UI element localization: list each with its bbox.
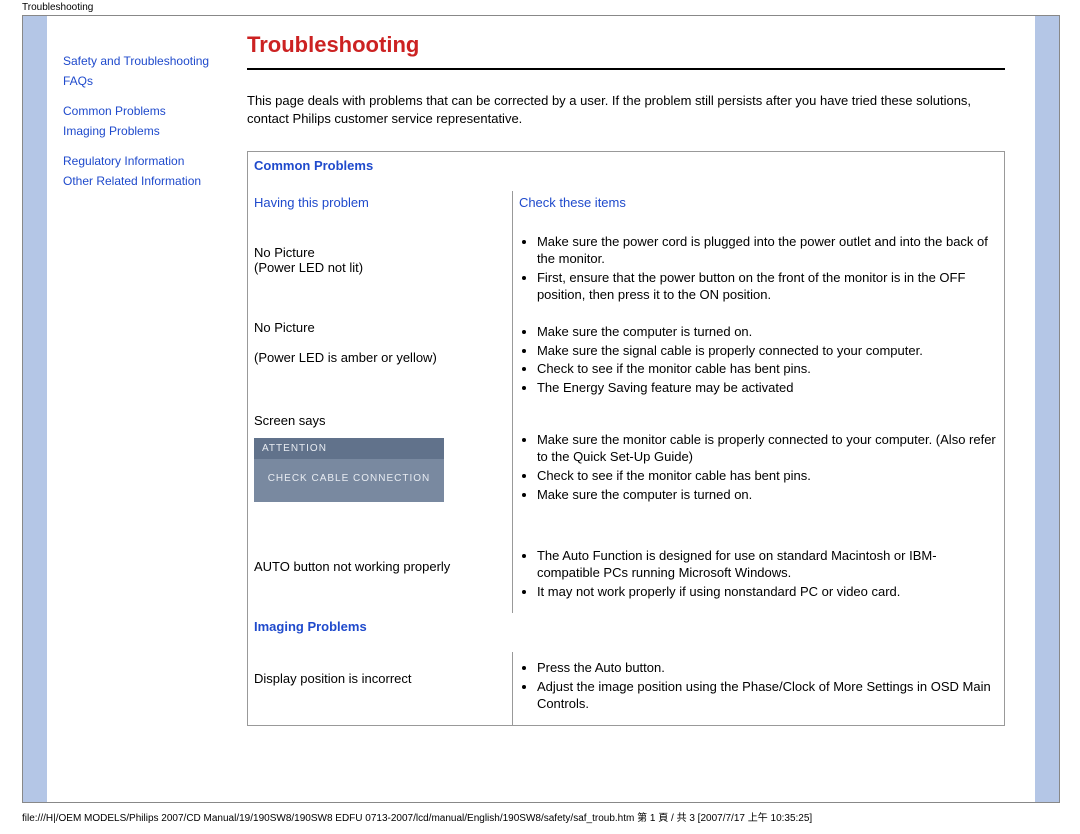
section-heading-common: Common Problems xyxy=(248,152,1005,192)
check-item: It may not work properly if using nonsta… xyxy=(537,584,998,601)
problem-text: AUTO button not working properly xyxy=(254,559,450,574)
problem-text: (Power LED is amber or yellow) xyxy=(254,350,437,365)
nav-common-problems[interactable]: Common Problems xyxy=(63,102,166,120)
check-item: Check to see if the monitor cable has be… xyxy=(537,468,998,485)
table-row: No Picture (Power LED is amber or yellow… xyxy=(248,316,1005,410)
problem-cell: Screen says ATTENTION CHECK CABLE CONNEC… xyxy=(248,409,513,540)
intro-text: This page deals with problems that can b… xyxy=(247,92,1005,127)
checks-cell: Make sure the monitor cable is properly … xyxy=(512,409,1004,540)
table-row: No Picture (Power LED not lit) Make sure… xyxy=(248,226,1005,316)
check-item: Adjust the image position using the Phas… xyxy=(537,679,998,713)
table-row: AUTO button not working properly The Aut… xyxy=(248,540,1005,613)
checks-cell: Press the Auto button. Adjust the image … xyxy=(512,652,1004,725)
decor-col-left xyxy=(23,16,47,802)
attention-box: ATTENTION CHECK CABLE CONNECTION xyxy=(254,438,444,502)
problem-text: No Picture xyxy=(254,320,315,335)
attention-heading: ATTENTION xyxy=(254,438,444,459)
content-frame: Safety and Troubleshooting FAQs Common P… xyxy=(22,15,1060,803)
check-item: Make sure the signal cable is properly c… xyxy=(537,343,998,360)
check-item: Press the Auto button. xyxy=(537,660,998,677)
main-column: Troubleshooting This page deals with pro… xyxy=(247,32,1005,726)
checks-cell: Make sure the computer is turned on. Mak… xyxy=(512,316,1004,410)
problem-text: Screen says xyxy=(254,413,326,428)
check-item: First, ensure that the power button on t… xyxy=(537,270,998,304)
problem-text: Display position is incorrect xyxy=(254,671,412,686)
nav-safety-troubleshooting[interactable]: Safety and Troubleshooting xyxy=(63,52,209,70)
nav-faqs[interactable]: FAQs xyxy=(63,72,93,90)
nav-regulatory-info[interactable]: Regulatory Information xyxy=(63,152,184,170)
table-row: Display position is incorrect Press the … xyxy=(248,652,1005,725)
footer-path: file:///H|/OEM MODELS/Philips 2007/CD Ma… xyxy=(0,803,1080,824)
section-heading-imaging: Imaging Problems xyxy=(248,613,1005,652)
nav-imaging-problems[interactable]: Imaging Problems xyxy=(63,122,160,140)
problems-table: Common Problems Having this problem Chec… xyxy=(247,151,1005,725)
title-rule xyxy=(247,68,1005,70)
problem-cell: Display position is incorrect xyxy=(248,652,513,725)
check-item: Make sure the computer is turned on. xyxy=(537,487,998,504)
check-item: Check to see if the monitor cable has be… xyxy=(537,361,998,378)
col-header-check: Check these items xyxy=(512,191,1004,226)
sidebar-nav: Safety and Troubleshooting FAQs Common P… xyxy=(63,52,233,202)
check-item: Make sure the monitor cable is properly … xyxy=(537,432,998,466)
decor-col-right xyxy=(1035,16,1059,802)
check-item: Make sure the computer is turned on. xyxy=(537,324,998,341)
tab-title: Troubleshooting xyxy=(0,0,1080,15)
problem-text: (Power LED not lit) xyxy=(254,260,363,275)
check-item: The Energy Saving feature may be activat… xyxy=(537,380,998,397)
col-header-problem: Having this problem xyxy=(248,191,513,226)
problem-cell: No Picture (Power LED is amber or yellow… xyxy=(248,316,513,410)
attention-body: CHECK CABLE CONNECTION xyxy=(254,459,444,502)
check-item: The Auto Function is designed for use on… xyxy=(537,548,998,582)
table-row: Screen says ATTENTION CHECK CABLE CONNEC… xyxy=(248,409,1005,540)
check-item: Make sure the power cord is plugged into… xyxy=(537,234,998,268)
nav-other-related[interactable]: Other Related Information xyxy=(63,172,201,190)
problem-cell: AUTO button not working properly xyxy=(248,540,513,613)
problem-text: No Picture xyxy=(254,245,315,260)
checks-cell: The Auto Function is designed for use on… xyxy=(512,540,1004,613)
checks-cell: Make sure the power cord is plugged into… xyxy=(512,226,1004,316)
problem-cell: No Picture (Power LED not lit) xyxy=(248,226,513,316)
page-title: Troubleshooting xyxy=(247,32,1005,58)
